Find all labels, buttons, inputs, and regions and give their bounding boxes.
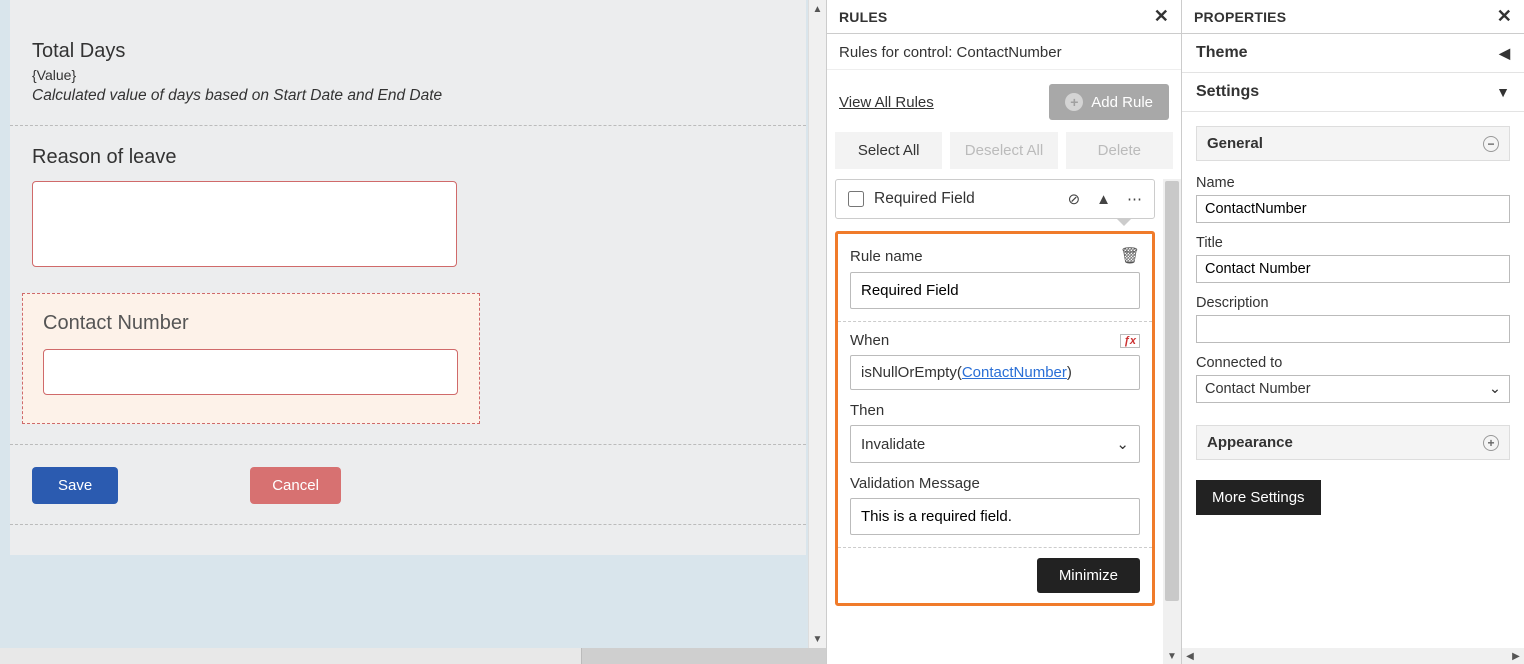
then-value: Invalidate <box>861 436 925 453</box>
chevron-down-icon: ⌄ <box>1489 381 1501 397</box>
properties-scrollbar-horizontal[interactable]: ◀ ▶ <box>1182 648 1524 664</box>
rules-scrollbar-vertical[interactable]: ▲ ▼ <box>1163 179 1181 664</box>
deselect-all-button: Deselect All <box>950 132 1057 169</box>
canvas-scrollbar-vertical[interactable]: ▲ ▼ <box>808 0 826 648</box>
plus-icon: + <box>1065 93 1083 111</box>
more-settings-button[interactable]: More Settings <box>1196 480 1321 515</box>
name-input[interactable] <box>1196 195 1510 223</box>
scroll-left-icon[interactable]: ◀ <box>1182 648 1198 664</box>
theme-section[interactable]: Theme ◀ <box>1182 34 1524 73</box>
connected-to-value: Contact Number <box>1205 381 1311 397</box>
select-all-button[interactable]: Select All <box>835 132 942 169</box>
more-icon[interactable]: ⋯ <box>1127 190 1142 208</box>
rule-row[interactable]: Required Field ⊘ ▲ ⋯ <box>835 179 1155 219</box>
scroll-down-icon[interactable]: ▼ <box>1163 648 1181 664</box>
rules-header: RULES <box>839 9 887 25</box>
rules-subtitle: Rules for control: ContactNumber <box>827 34 1181 70</box>
formula-icon[interactable]: ƒx <box>1120 334 1140 348</box>
settings-section[interactable]: Settings ▼ <box>1182 73 1524 112</box>
field-reason-of-leave: Reason of leave <box>10 146 806 267</box>
add-rule-label: Add Rule <box>1091 94 1153 111</box>
rule-name-input[interactable] <box>850 272 1140 309</box>
settings-label: Settings <box>1196 83 1259 101</box>
title-label: Title <box>1196 235 1510 251</box>
properties-panel: PROPERTIES ✕ Theme ◀ Settings ▼ General … <box>1182 0 1524 664</box>
chevron-down-icon: ⌄ <box>1116 435 1129 453</box>
view-all-rules-link[interactable]: View All Rules <box>839 94 934 111</box>
appearance-label: Appearance <box>1207 434 1293 451</box>
formula-suffix: ) <box>1067 364 1072 381</box>
form-card: Total Days {Value} Calculated value of d… <box>10 0 806 555</box>
description-label: Description <box>1196 295 1510 311</box>
scrollbar-thumb[interactable] <box>1165 181 1179 601</box>
delete-button: Delete <box>1066 132 1173 169</box>
formula-token[interactable]: ContactNumber <box>962 364 1067 381</box>
properties-header: PROPERTIES <box>1194 9 1286 25</box>
rules-subtitle-prefix: Rules for control: <box>839 44 957 61</box>
collapse-icon[interactable]: ▲ <box>1096 191 1111 208</box>
scroll-down-icon[interactable]: ▼ <box>809 630 826 648</box>
add-rule-button[interactable]: + Add Rule <box>1049 84 1169 120</box>
cancel-button[interactable]: Cancel <box>250 467 341 504</box>
rule-row-label: Required Field <box>874 190 975 208</box>
value-placeholder: {Value} <box>32 67 784 83</box>
canvas-scrollbar-horizontal[interactable] <box>0 648 826 664</box>
general-label: General <box>1207 135 1263 152</box>
when-label: When <box>850 332 889 349</box>
validation-message-input[interactable] <box>850 498 1140 535</box>
close-icon[interactable]: ✕ <box>1497 6 1512 27</box>
scroll-right-icon[interactable]: ▶ <box>1508 648 1524 664</box>
title-input[interactable] <box>1196 255 1510 283</box>
scrollbar-thumb[interactable] <box>0 648 582 664</box>
disable-icon[interactable]: ⊘ <box>1068 190 1081 208</box>
scroll-up-icon[interactable]: ▲ <box>809 0 826 18</box>
formula-prefix: isNullOrEmpty( <box>861 364 962 381</box>
then-select[interactable]: Invalidate ⌄ <box>850 425 1140 463</box>
chevron-left-icon: ◀ <box>1499 45 1510 62</box>
collapse-icon[interactable]: − <box>1483 136 1499 152</box>
form-canvas: Total Days {Value} Calculated value of d… <box>0 0 826 664</box>
trash-icon[interactable]: 🗑 <box>1120 246 1140 266</box>
contact-input[interactable] <box>43 349 458 395</box>
field-description: Calculated value of days based on Start … <box>32 87 462 105</box>
field-title: Total Days <box>32 40 784 63</box>
connected-to-label: Connected to <box>1196 355 1510 371</box>
connected-to-select[interactable]: Contact Number ⌄ <box>1196 375 1510 403</box>
when-formula[interactable]: isNullOrEmpty(ContactNumber) <box>850 355 1140 390</box>
field-title: Reason of leave <box>32 146 784 169</box>
field-total-days: Total Days {Value} Calculated value of d… <box>10 40 806 105</box>
validation-message-label: Validation Message <box>850 475 980 492</box>
rule-checkbox[interactable] <box>848 191 864 207</box>
minimize-button[interactable]: Minimize <box>1037 558 1140 593</box>
rule-name-label: Rule name <box>850 248 923 265</box>
rule-editor: Rule name 🗑 When ƒx isNullOrEmpty(Contac… <box>835 231 1155 606</box>
chevron-down-icon: ▼ <box>1496 84 1510 100</box>
name-label: Name <box>1196 175 1510 191</box>
then-label: Then <box>850 402 884 419</box>
field-contact-number-selected[interactable]: Contact Number <box>22 293 480 424</box>
save-button[interactable]: Save <box>32 467 118 504</box>
close-icon[interactable]: ✕ <box>1154 6 1169 27</box>
rules-panel: RULES ✕ Rules for control: ContactNumber… <box>826 0 1182 664</box>
appearance-group[interactable]: Appearance + <box>1196 425 1510 460</box>
theme-label: Theme <box>1196 44 1248 62</box>
description-input[interactable] <box>1196 315 1510 343</box>
reason-input[interactable] <box>32 181 457 267</box>
rules-subtitle-control: ContactNumber <box>957 44 1062 61</box>
field-title: Contact Number <box>43 312 459 335</box>
expand-icon[interactable]: + <box>1483 435 1499 451</box>
general-group[interactable]: General − <box>1196 126 1510 161</box>
